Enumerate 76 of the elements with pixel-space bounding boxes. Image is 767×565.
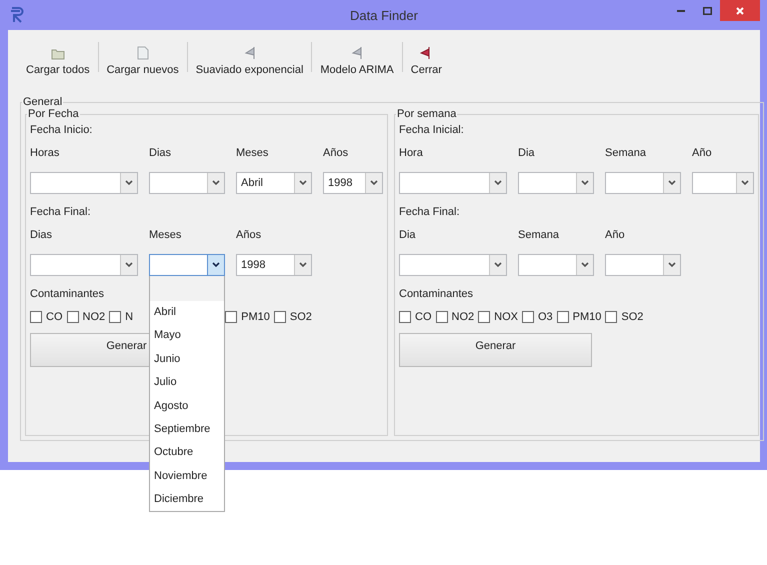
checkbox-label: NO2 xyxy=(82,311,106,323)
checkbox-label: SO2 xyxy=(290,311,312,323)
checkbox[interactable] xyxy=(556,311,569,323)
checkbox[interactable] xyxy=(66,311,78,323)
dropdown-item[interactable]: Abril xyxy=(150,301,224,324)
group-title: General xyxy=(22,96,64,108)
checkbox-label: PM10 xyxy=(241,311,270,323)
row-label: Contaminantes xyxy=(30,288,105,300)
minimize-icon xyxy=(677,10,685,12)
checkbox[interactable] xyxy=(274,311,286,323)
combo-box[interactable]: 1998 xyxy=(323,172,383,194)
field-label: Dias xyxy=(149,147,172,159)
field-label: Año xyxy=(605,229,626,241)
toolbar-button[interactable]: Modelo ARIMA xyxy=(314,34,400,80)
field-label: Dia xyxy=(399,229,417,241)
field-label: Años xyxy=(236,229,262,241)
field-label: Años xyxy=(323,147,350,159)
app-logo-icon xyxy=(10,7,24,23)
field-label: Meses xyxy=(236,147,270,159)
checkbox-label: PM10 xyxy=(572,311,602,323)
row-label: Fecha Inicio: xyxy=(30,124,94,136)
dropdown-item[interactable]: Diciembre xyxy=(150,488,224,511)
generate-button[interactable]: Generar xyxy=(399,333,592,367)
checkbox-label: N xyxy=(125,311,134,323)
field-label: Año xyxy=(692,147,713,159)
dropdown-item[interactable]: Octubre xyxy=(150,441,224,465)
combo-box[interactable] xyxy=(149,254,225,276)
checkbox-label: CO xyxy=(415,311,432,323)
checkbox[interactable] xyxy=(399,311,411,323)
dropdown-item[interactable]: Julio xyxy=(150,371,224,395)
field-label: Horas xyxy=(30,147,60,159)
checkbox-label: SO2 xyxy=(621,311,644,323)
checkbox[interactable] xyxy=(109,311,122,323)
dropdown-item[interactable]: Agosto xyxy=(150,394,224,418)
dropdown-item[interactable]: Septiembre xyxy=(150,418,224,442)
checkbox-label: NO2 xyxy=(452,311,474,323)
combo-box[interactable]: Abril xyxy=(236,172,312,194)
checkbox[interactable] xyxy=(605,311,618,323)
flag-icon xyxy=(244,46,256,60)
field-label: Dias xyxy=(30,229,54,241)
window-title: Data Finder xyxy=(350,8,418,22)
page-icon xyxy=(136,46,149,60)
folder-icon xyxy=(50,48,65,60)
combo-value: 1998 xyxy=(327,176,354,191)
exit-icon xyxy=(420,46,432,60)
row-label: Contaminantes xyxy=(399,288,474,300)
toolbar-button[interactable]: Cargar todos xyxy=(20,34,96,80)
group-title: Por semana xyxy=(396,108,458,120)
maximize-icon xyxy=(702,6,712,14)
checkbox[interactable] xyxy=(225,311,238,323)
checkbox-label: O3 xyxy=(538,311,553,323)
row-label: Fecha Inicial: xyxy=(399,124,465,136)
checkbox[interactable] xyxy=(478,311,490,323)
field-label: Dia xyxy=(518,147,536,159)
checkbox-label: NOX xyxy=(494,311,518,323)
combo-value: 1998 xyxy=(240,258,266,273)
checkbox-label: CO xyxy=(46,311,62,323)
toolbar-button[interactable]: Cerrar xyxy=(404,34,448,80)
group-title: Por Fecha xyxy=(27,108,80,120)
dropdown-item[interactable]: Noviembre xyxy=(150,464,224,488)
checkbox[interactable] xyxy=(30,311,42,323)
row-label: Fecha Final: xyxy=(30,206,92,218)
toolbar-button[interactable]: Cargar nuevos xyxy=(100,34,185,80)
toolbar-button[interactable]: Suaviado exponencial xyxy=(190,34,310,80)
combo-box[interactable]: 1998 xyxy=(236,254,312,276)
field-label: Semana xyxy=(518,229,560,241)
row-label: Fecha Final: xyxy=(399,206,461,218)
field-label: Semana xyxy=(605,147,647,159)
field-label: Meses xyxy=(149,229,182,241)
checkbox[interactable] xyxy=(522,311,534,323)
combo-value: Abril xyxy=(240,176,264,191)
checkbox[interactable] xyxy=(436,311,448,323)
flag-icon xyxy=(351,46,364,60)
close-icon xyxy=(735,6,745,16)
close-button[interactable] xyxy=(720,0,760,21)
field-label: Hora xyxy=(399,147,424,159)
